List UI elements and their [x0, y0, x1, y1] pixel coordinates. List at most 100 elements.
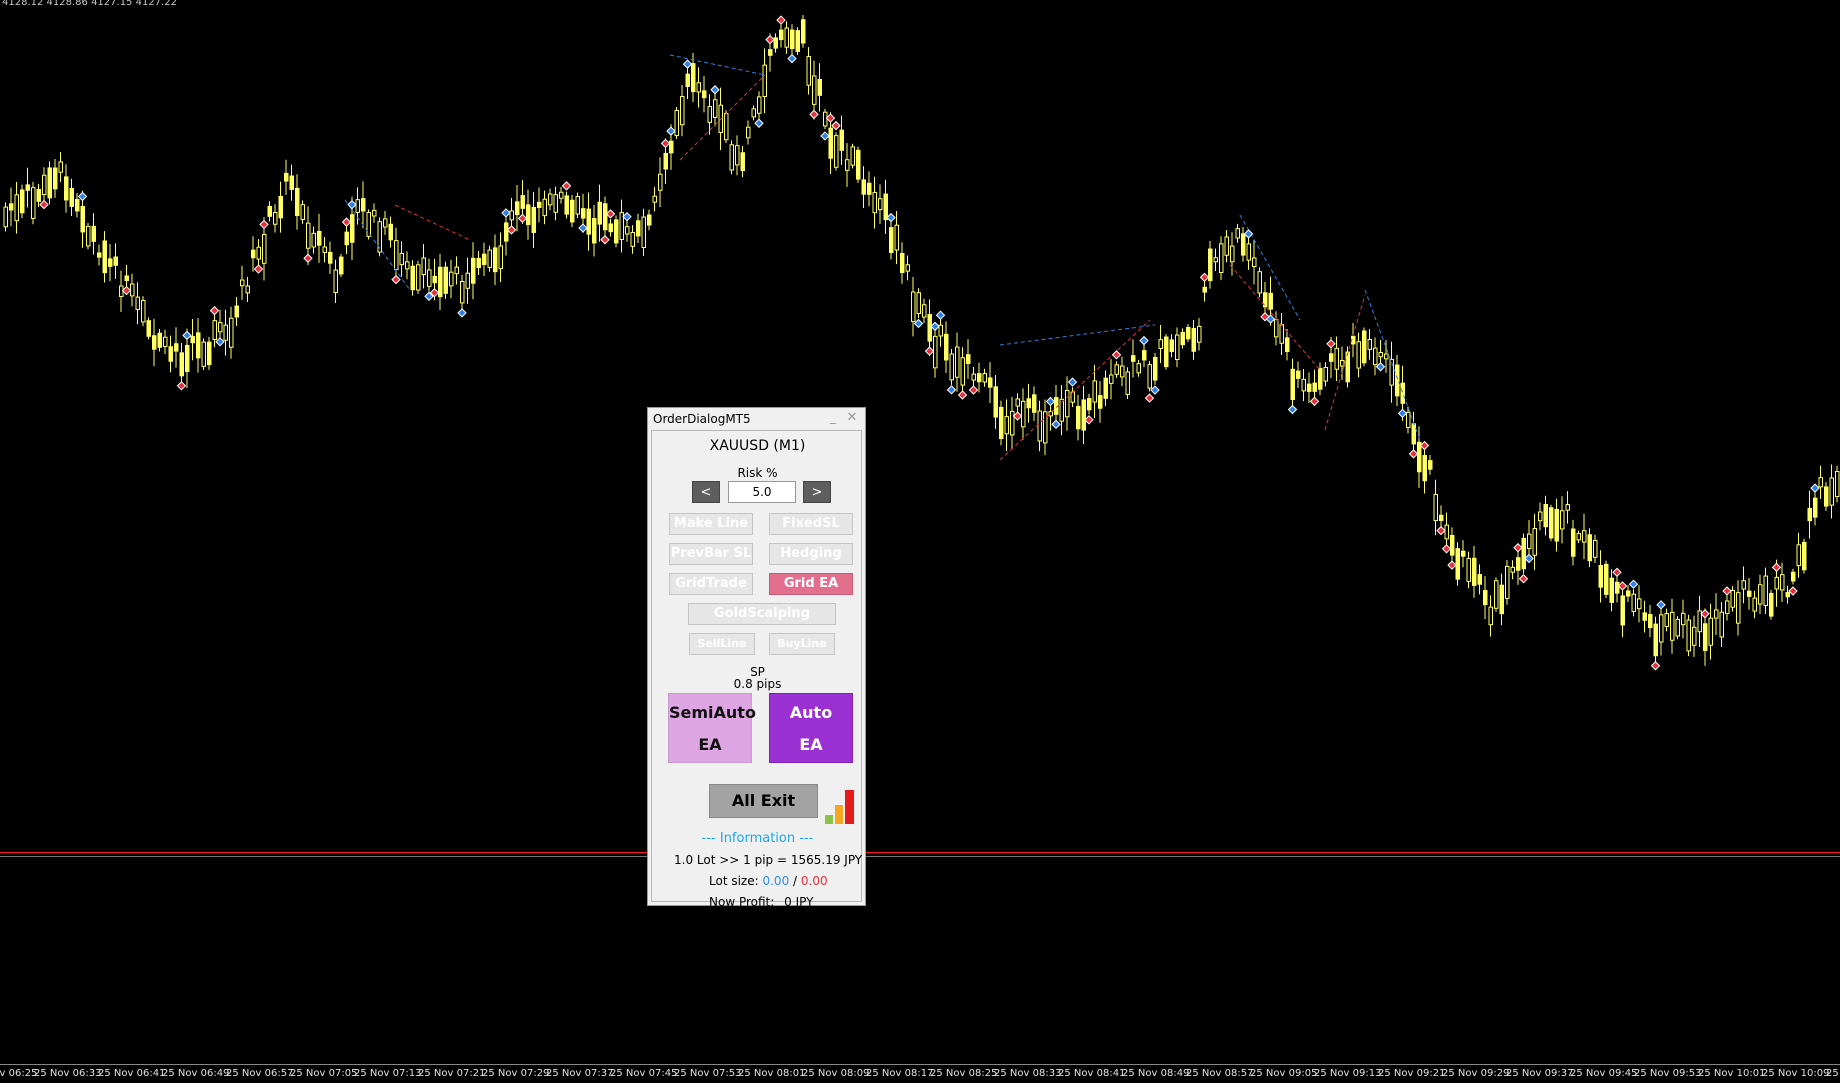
prevbar-sl-button[interactable]: PrevBar SL	[669, 543, 753, 565]
candle-body	[432, 275, 437, 284]
price-chart[interactable]	[0, 0, 1840, 1082]
candle-body	[1175, 334, 1180, 360]
candle-body	[1131, 355, 1136, 362]
candle-body	[311, 232, 316, 248]
buy-marker	[347, 199, 357, 210]
candle-body	[839, 129, 844, 151]
signal-bars-icon	[825, 790, 854, 824]
minimize-icon[interactable]: _	[827, 410, 839, 426]
time-axis-label: 25 Nov 09:53	[1634, 1068, 1702, 1079]
candle-body	[1439, 514, 1444, 522]
candle-body	[1499, 584, 1504, 615]
sell-marker	[1144, 393, 1155, 403]
candle-body	[366, 212, 371, 237]
gold-scalping-button[interactable]: GoldScalping	[688, 603, 836, 625]
candle-body	[1510, 566, 1515, 573]
candle-body	[1626, 590, 1631, 597]
buy-line-button[interactable]: BuyLine	[769, 633, 835, 655]
candle-body	[196, 332, 201, 359]
sell-marker	[1326, 339, 1336, 349]
grid-ea-button[interactable]: Grid EA	[769, 573, 853, 595]
candle-body	[1582, 530, 1587, 543]
price-line[interactable]	[0, 852, 1840, 853]
make-line-button[interactable]: Make Line	[669, 513, 753, 535]
candle-body	[273, 212, 278, 225]
candle-body	[614, 219, 619, 244]
candle-body	[933, 335, 938, 369]
ohlc-readout: 4128.12 4128.86 4127.15 4127.22	[2, 0, 177, 8]
time-axis-label: 25 Nov 06:49	[162, 1068, 230, 1079]
candle-body	[1565, 504, 1570, 511]
candle-body	[1356, 341, 1361, 369]
risk-decrease-button[interactable]: <	[692, 481, 720, 503]
dialog-title: OrderDialogMT5	[653, 412, 751, 426]
candle-body	[306, 222, 311, 249]
candle-body	[427, 269, 432, 287]
candle-body	[960, 357, 965, 386]
sell-trade-line	[394, 204, 471, 241]
dialog-titlebar[interactable]: OrderDialogMT5 _ ✕	[648, 408, 865, 430]
candle-body	[1560, 510, 1565, 530]
sell-marker	[1612, 567, 1622, 577]
candle-body	[1675, 618, 1680, 637]
candle-body	[652, 195, 657, 203]
candle-body	[328, 251, 333, 264]
candle-body	[1180, 331, 1185, 346]
candle-body	[707, 106, 712, 123]
candle-body	[476, 257, 481, 269]
symbol-label: XAUUSD (M1)	[709, 438, 806, 454]
candle-body	[1268, 292, 1273, 310]
buy-marker	[1150, 385, 1160, 395]
candle-body	[806, 56, 811, 86]
buy-marker	[1656, 600, 1666, 610]
candle-body	[1334, 347, 1339, 370]
candle-body	[883, 193, 888, 221]
semi-auto-ea-button[interactable]: SemiAuto EA	[668, 693, 756, 763]
time-axis-label: 25 Nov 08:17	[866, 1068, 934, 1079]
risk-input[interactable]: 5.0	[728, 481, 796, 503]
candle-body	[828, 127, 833, 159]
price-line-secondary	[0, 856, 1840, 857]
risk-increase-button[interactable]: >	[803, 481, 831, 503]
candle-body	[3, 206, 8, 228]
profit-row: Now Profit: 0 JPY	[709, 895, 813, 909]
candle-body	[641, 216, 646, 249]
sell-marker	[1012, 411, 1023, 421]
auto-ea-button[interactable]: Auto EA	[769, 693, 853, 763]
candle-body	[1092, 380, 1097, 403]
candle-body	[20, 189, 25, 214]
time-axis-label: 25 Nov 09:29	[1442, 1068, 1510, 1079]
grid-trade-button[interactable]: GridTrade	[669, 573, 753, 595]
sell-marker	[605, 209, 616, 219]
hedging-button[interactable]: Hedging	[769, 543, 853, 565]
candle-body	[1598, 565, 1603, 588]
candle-body	[1620, 595, 1625, 626]
candle-body	[1202, 286, 1207, 293]
buy-marker	[666, 126, 676, 136]
candle-body	[790, 29, 795, 50]
candle-body	[1147, 364, 1152, 389]
candle-body	[1829, 477, 1834, 506]
candle-body	[1774, 576, 1779, 590]
candle-body	[1158, 339, 1163, 349]
candle-body	[553, 194, 558, 213]
candle-body	[1125, 371, 1130, 395]
candle-body	[157, 332, 162, 348]
candles	[3, 14, 1840, 666]
candle-body	[1070, 391, 1075, 403]
candle-body	[1587, 534, 1592, 562]
candle-body	[1763, 575, 1768, 606]
candle-body	[1433, 493, 1438, 522]
close-icon[interactable]: ✕	[845, 410, 859, 426]
fixed-sl-button[interactable]: FixedSL	[769, 513, 853, 535]
sell-line-button[interactable]: SellLine	[689, 633, 755, 655]
buy-marker	[682, 59, 693, 69]
candle-body	[31, 187, 36, 219]
sell-marker	[176, 381, 187, 391]
trade-lines	[344, 54, 1421, 461]
order-dialog[interactable]: OrderDialogMT5 _ ✕ XAUUSD (M1) Risk % < …	[647, 407, 866, 909]
time-axis-label: 25 Nov 07:45	[610, 1068, 678, 1079]
all-exit-button[interactable]: All Exit	[709, 784, 818, 818]
candle-body	[812, 75, 817, 105]
candle-body	[1450, 534, 1455, 556]
